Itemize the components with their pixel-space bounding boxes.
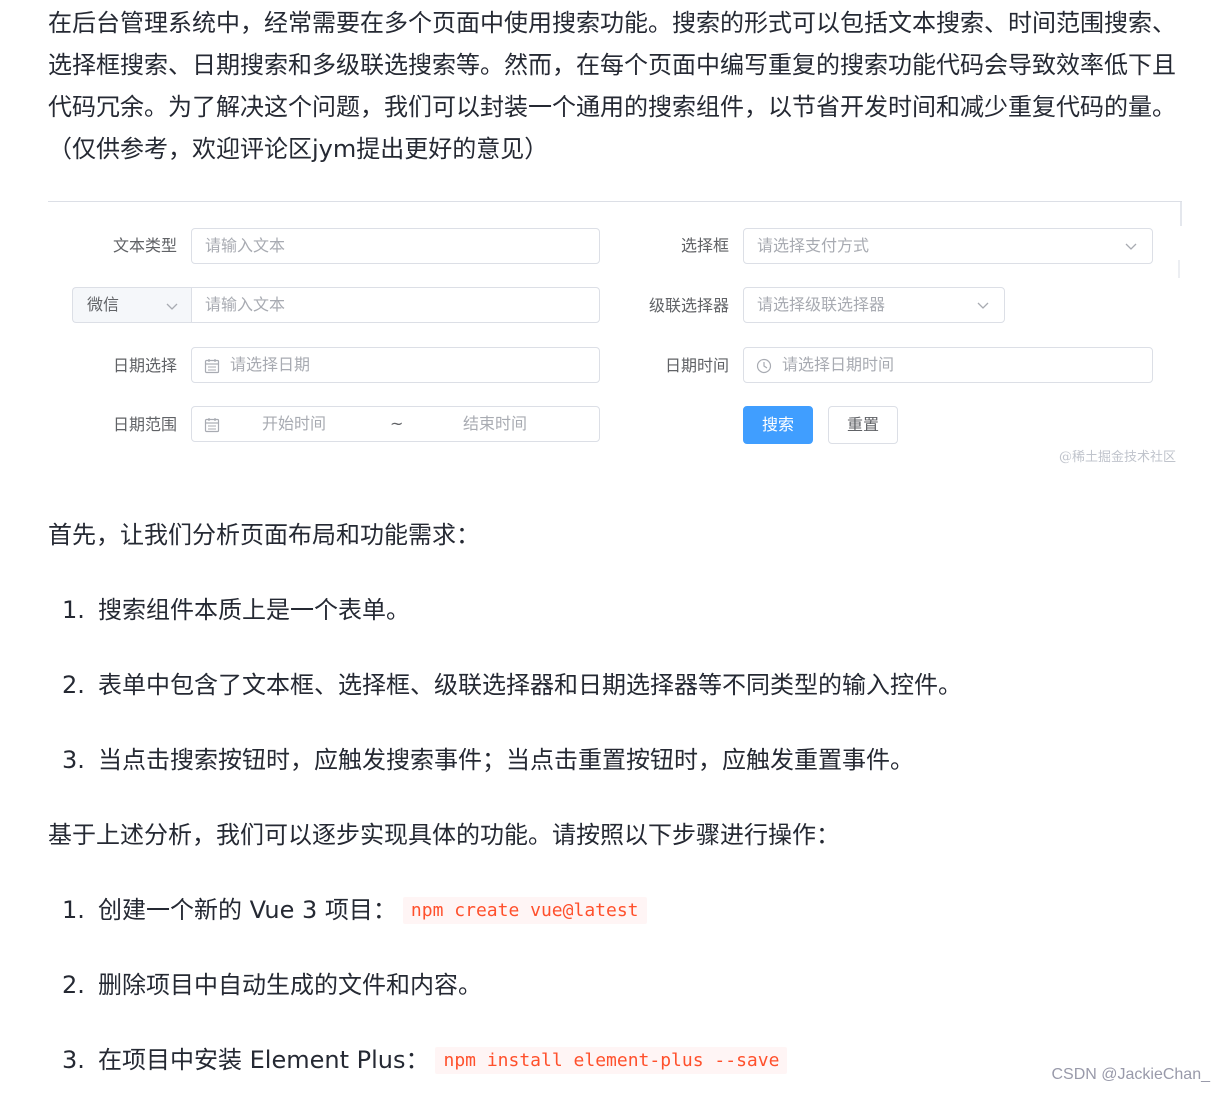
datetime-picker[interactable]: 请选择日期时间 bbox=[743, 347, 1153, 383]
wechat-text-placeholder: 请输入文本 bbox=[205, 295, 286, 314]
list-item: 1. 搜索组件本质上是一个表单。 bbox=[62, 592, 410, 628]
calendar-icon bbox=[204, 418, 220, 433]
list-number: 2. bbox=[62, 671, 85, 699]
cascader-select[interactable]: 请选择级联选择器 bbox=[743, 287, 1005, 323]
payment-method-select[interactable]: 请选择支付方式 bbox=[743, 228, 1153, 264]
datetime-placeholder: 请选择日期时间 bbox=[782, 355, 895, 374]
list-text: 在项目中安装 Element Plus： bbox=[98, 1046, 430, 1074]
list-number: 1. bbox=[62, 896, 85, 924]
chevron-down-icon bbox=[977, 302, 989, 309]
date-range-picker[interactable]: 开始时间 ~ 结束时间 bbox=[191, 406, 600, 442]
wechat-text-input[interactable]: 请输入文本 bbox=[191, 287, 600, 323]
text-type-placeholder: 请输入文本 bbox=[205, 236, 286, 255]
list-text: 删除项目中自动生成的文件和内容。 bbox=[98, 971, 482, 999]
date-placeholder: 请选择日期 bbox=[230, 355, 311, 374]
list-text: 当点击搜索按钮时，应触发搜索事件；当点击重置按钮时，应触发重置事件。 bbox=[98, 746, 914, 774]
search-form-screenshot: 文本类型 请输入文本 选择框 请选择支付方式 微信 请输入文本 级联选择器 请选… bbox=[48, 201, 1182, 472]
channel-select[interactable]: 微信 bbox=[72, 287, 191, 323]
calendar-icon bbox=[204, 359, 220, 374]
csdn-watermark: CSDN @JackieChan_ bbox=[1051, 1066, 1210, 1083]
date-select-label: 日期选择 bbox=[112, 356, 177, 375]
search-button[interactable]: 搜索 bbox=[743, 406, 813, 444]
list-number: 1. bbox=[62, 596, 85, 624]
cascader-label: 级联选择器 bbox=[648, 296, 729, 315]
list-text: 搜索组件本质上是一个表单。 bbox=[98, 596, 410, 624]
cascader-placeholder: 请选择级联选择器 bbox=[757, 295, 886, 314]
list-item: 3. 在项目中安装 Element Plus： npm install elemen… bbox=[62, 1042, 788, 1079]
chevron-down-icon bbox=[166, 303, 178, 310]
reset-button[interactable]: 重置 bbox=[828, 406, 898, 444]
date-picker[interactable]: 请选择日期 bbox=[191, 347, 600, 383]
datetime-label: 日期时间 bbox=[664, 356, 729, 375]
range-end-placeholder[interactable]: 结束时间 bbox=[463, 407, 527, 441]
list-text: 表单中包含了文本框、选择框、级联选择器和日期选择器等不同类型的输入控件。 bbox=[98, 671, 962, 699]
payment-select-placeholder: 请选择支付方式 bbox=[757, 236, 870, 255]
range-separator: ~ bbox=[390, 414, 404, 433]
list-item: 1. 创建一个新的 Vue 3 项目： npm create vue@latest bbox=[62, 892, 647, 929]
range-start-placeholder[interactable]: 开始时间 bbox=[262, 407, 326, 441]
chevron-down-icon bbox=[1125, 243, 1137, 250]
steps-lead: 基于上述分析，我们可以逐步实现具体的功能。请按照以下步骤进行操作： bbox=[48, 821, 840, 849]
inline-code: npm install element-plus --save bbox=[435, 1047, 788, 1074]
analysis-lead: 首先，让我们分析页面布局和功能需求： bbox=[48, 521, 480, 549]
clock-icon bbox=[756, 358, 772, 374]
inline-code: npm create vue@latest bbox=[402, 897, 647, 924]
channel-select-value: 微信 bbox=[87, 295, 120, 314]
juejin-watermark: @稀土掘金技术社区 bbox=[1058, 450, 1176, 465]
select-box-label: 选择框 bbox=[680, 236, 729, 255]
list-item: 3. 当点击搜索按钮时，应触发搜索事件；当点击重置按钮时，应触发重置事件。 bbox=[62, 742, 914, 778]
date-range-label: 日期范围 bbox=[112, 415, 177, 434]
list-number: 3. bbox=[62, 1046, 85, 1074]
intro-paragraph: 在后台管理系统中，经常需要在多个页面中使用搜索功能。搜索的形式可以包括文本搜索、… bbox=[48, 9, 1176, 163]
list-number: 3. bbox=[62, 746, 85, 774]
list-item: 2. 删除项目中自动生成的文件和内容。 bbox=[62, 967, 482, 1003]
list-text: 创建一个新的 Vue 3 项目： bbox=[98, 896, 397, 924]
list-item: 2. 表单中包含了文本框、选择框、级联选择器和日期选择器等不同类型的输入控件。 bbox=[62, 667, 962, 703]
text-type-input[interactable]: 请输入文本 bbox=[191, 228, 600, 264]
text-type-label: 文本类型 bbox=[112, 236, 177, 255]
list-number: 2. bbox=[62, 971, 85, 999]
